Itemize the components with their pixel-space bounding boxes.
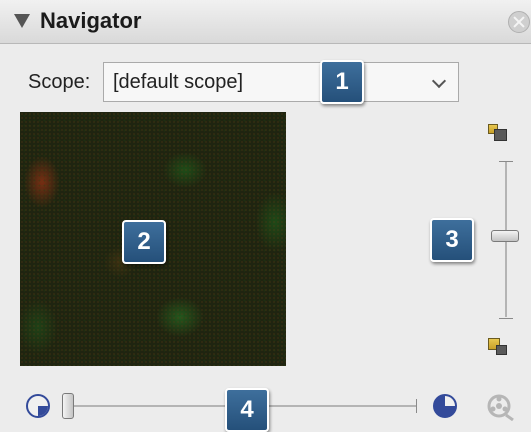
zoom-out-icon[interactable] [488, 338, 507, 355]
panel-title: Navigator [40, 8, 142, 33]
film-reel-icon[interactable] [484, 391, 514, 421]
callout-1: 1 [320, 60, 364, 104]
chevron-down-icon [431, 73, 447, 89]
time-slider-thumb[interactable] [62, 393, 74, 419]
callout-2: 2 [122, 220, 166, 264]
callout-4: 4 [225, 388, 269, 432]
triangle-down-icon[interactable] [14, 14, 30, 28]
scope-label: Scope: [28, 71, 91, 93]
clock-start-icon[interactable] [26, 394, 50, 418]
close-icon[interactable] [508, 11, 530, 33]
scope-select[interactable]: [default scope] [103, 62, 459, 102]
clock-end-icon[interactable] [433, 394, 457, 418]
zoom-slider-thumb[interactable] [491, 230, 519, 242]
zoom-slider-bottom-cap [499, 318, 513, 319]
zoom-in-icon[interactable] [488, 124, 507, 141]
scope-selected-value: [default scope] [113, 71, 244, 93]
panel-header: Navigator [0, 0, 531, 44]
callout-3: 3 [430, 218, 474, 262]
time-slider-end-cap [416, 399, 417, 413]
